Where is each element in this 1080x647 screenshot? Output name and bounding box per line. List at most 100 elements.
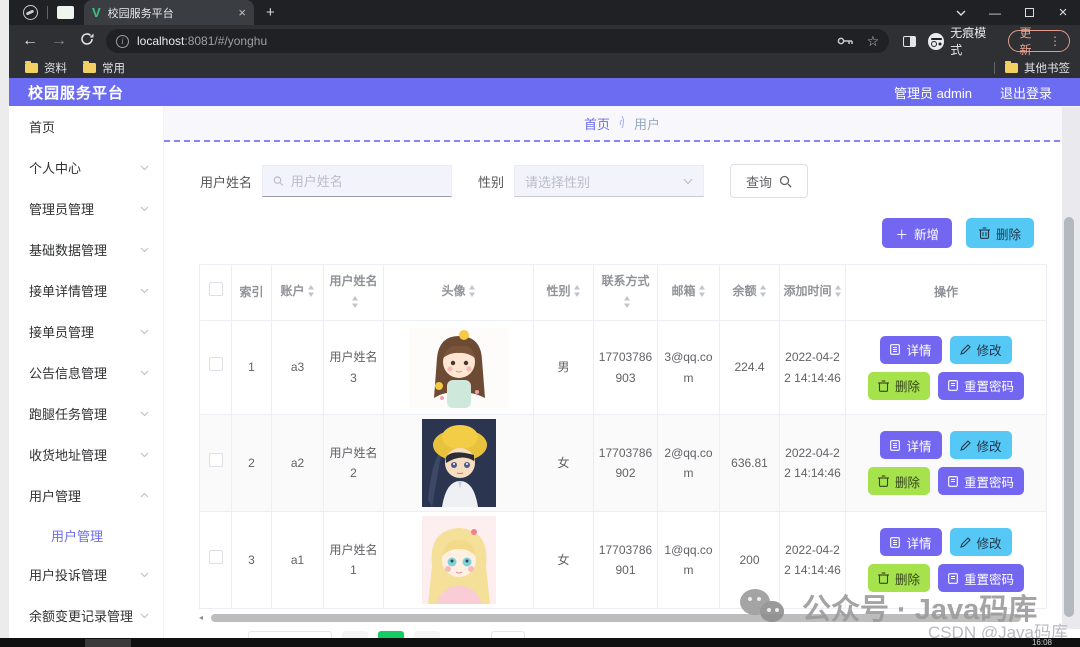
col-created[interactable]: 添加时间 bbox=[779, 264, 846, 321]
col-email[interactable]: 邮箱 bbox=[657, 264, 720, 321]
bookmark-star-icon[interactable]: ☆ bbox=[867, 33, 880, 50]
sort-icon[interactable] bbox=[351, 294, 359, 314]
gender-filter-select[interactable]: 请选择性别 bbox=[514, 165, 705, 197]
update-button[interactable]: 更新 ⋮ bbox=[1008, 26, 1070, 57]
tab-close-icon[interactable]: × bbox=[238, 5, 246, 20]
app-title: 校园服务平台 bbox=[28, 84, 125, 102]
sort-icon[interactable] bbox=[834, 283, 842, 303]
taskbar-app-icon[interactable] bbox=[85, 639, 131, 647]
sidebar-item-admin-mgmt[interactable]: 管理员管理 bbox=[9, 188, 163, 229]
select-all-checkbox[interactable] bbox=[208, 282, 223, 297]
name-filter-input[interactable] bbox=[290, 173, 442, 189]
breadcrumb-home-link[interactable]: 首页 bbox=[584, 114, 610, 133]
new-tab-button[interactable]: + bbox=[266, 4, 275, 21]
info-icon[interactable]: i bbox=[116, 34, 129, 48]
pinned-tab-icon[interactable] bbox=[57, 6, 74, 19]
delete-button[interactable]: 删除 bbox=[867, 467, 930, 495]
delete-button[interactable]: 删除 bbox=[867, 564, 930, 592]
other-bookmarks[interactable]: 其他书签 bbox=[1005, 60, 1070, 76]
scroll-left-arrow-icon[interactable]: ◂ bbox=[199, 613, 203, 623]
browser-tab[interactable]: V 校园服务平台 × bbox=[84, 0, 254, 25]
folder-icon bbox=[1005, 60, 1018, 73]
bookmark-folder-1[interactable]: 资料 bbox=[25, 60, 67, 76]
name-filter-field[interactable] bbox=[262, 165, 453, 197]
folder-icon bbox=[83, 60, 96, 73]
detail-button[interactable]: 详情 bbox=[880, 528, 942, 556]
col-phone[interactable]: 联系方式 bbox=[593, 264, 658, 321]
sidebar-item-courier-mgmt[interactable]: 接单员管理 bbox=[9, 311, 163, 352]
sidebar-item-errand-task-mgmt[interactable]: 跑腿任务管理 bbox=[9, 393, 163, 434]
cell-created: 2022-04-22 14:14:46 bbox=[779, 414, 846, 512]
password-key-icon[interactable] bbox=[837, 36, 853, 46]
sort-icon[interactable] bbox=[307, 283, 315, 303]
detail-button[interactable]: 详情 bbox=[880, 431, 942, 459]
reset-password-button[interactable]: 重置密码 bbox=[938, 371, 1025, 400]
user-avatar bbox=[421, 516, 496, 604]
sidebar-item-complaint-mgmt[interactable]: 用户投诉管理 bbox=[9, 554, 163, 595]
sidebar-item-user-mgmt[interactable]: 用户管理 bbox=[9, 475, 163, 516]
side-panel-icon[interactable] bbox=[903, 35, 916, 47]
sidebar-subitem-user-mgmt-active[interactable]: 用户管理 bbox=[9, 516, 163, 554]
chevron-down-icon bbox=[140, 286, 149, 295]
maximize-button[interactable] bbox=[1012, 0, 1046, 25]
chevron-down-icon bbox=[683, 178, 693, 184]
edit-button[interactable]: 修改 bbox=[949, 431, 1012, 459]
bookmark-folder-2[interactable]: 常用 bbox=[83, 60, 125, 76]
sort-icon[interactable] bbox=[759, 283, 767, 303]
menu-dots-icon[interactable]: ⋮ bbox=[1049, 34, 1061, 48]
browser-logo-icon[interactable] bbox=[23, 5, 38, 20]
app-header: 校园服务平台 管理员 admin 退出登录 bbox=[9, 78, 1080, 106]
edit-button[interactable]: 修改 bbox=[949, 528, 1012, 556]
sidebar: 首页 个人中心 管理员管理 基础数据管理 接单详情管理 接单员管理 公告信息管理… bbox=[9, 106, 164, 638]
tab-search-chevron-icon[interactable] bbox=[944, 0, 978, 25]
col-gender[interactable]: 性别 bbox=[533, 264, 594, 321]
sidebar-item-address-mgmt[interactable]: 收货地址管理 bbox=[9, 434, 163, 475]
sort-icon[interactable] bbox=[573, 283, 581, 303]
sidebar-item-balance-log-mgmt[interactable]: 余额变更记录管理 bbox=[9, 595, 163, 636]
sort-icon[interactable] bbox=[623, 294, 631, 314]
reload-icon[interactable] bbox=[80, 32, 94, 51]
edit-button[interactable]: 修改 bbox=[949, 335, 1012, 364]
col-balance[interactable]: 余额 bbox=[719, 264, 780, 321]
cell-name: 用户姓名1 bbox=[323, 511, 384, 609]
col-name[interactable]: 用户姓名 bbox=[323, 264, 384, 321]
taskbar-clock: 16:08 bbox=[1031, 638, 1052, 647]
detail-button[interactable]: 详情 bbox=[880, 335, 942, 364]
vertical-scrollbar[interactable] bbox=[1062, 107, 1080, 629]
row-checkbox[interactable] bbox=[208, 549, 223, 564]
cell-phone: 17703786901 bbox=[593, 511, 658, 609]
incognito-label: 无痕模式 bbox=[950, 26, 987, 57]
sort-icon[interactable] bbox=[698, 283, 706, 303]
minimize-button[interactable]: — bbox=[978, 0, 1012, 25]
logout-link[interactable]: 退出登录 bbox=[1000, 83, 1052, 102]
reset-password-button[interactable]: 重置密码 bbox=[938, 467, 1025, 495]
close-window-button[interactable]: × bbox=[1046, 0, 1080, 25]
sidebar-item-base-data-mgmt[interactable]: 基础数据管理 bbox=[9, 229, 163, 270]
url-text[interactable]: localhost:8081/#/yonghu bbox=[137, 34, 837, 48]
forward-icon[interactable]: → bbox=[51, 32, 67, 50]
cell-created: 2022-04-22 14:14:46 bbox=[779, 320, 846, 415]
sidebar-item-order-detail-mgmt[interactable]: 接单详情管理 bbox=[9, 270, 163, 311]
sidebar-item-home[interactable]: 首页 bbox=[9, 106, 163, 147]
reset-password-button[interactable]: 重置密码 bbox=[938, 564, 1025, 592]
row-checkbox[interactable] bbox=[208, 357, 223, 372]
sidebar-item-notice-mgmt[interactable]: 公告信息管理 bbox=[9, 352, 163, 393]
col-avatar[interactable]: 头像 bbox=[383, 264, 534, 321]
trash-icon bbox=[877, 572, 889, 584]
url-bar[interactable]: i localhost:8081/#/yonghu ☆ bbox=[106, 29, 890, 53]
add-button[interactable]: ＋新增 bbox=[882, 218, 952, 248]
scrollbar-thumb[interactable] bbox=[1064, 217, 1074, 617]
col-index[interactable]: 索引 bbox=[231, 264, 272, 321]
sidebar-item-personal-center[interactable]: 个人中心 bbox=[9, 147, 163, 188]
col-account[interactable]: 账户 bbox=[271, 264, 324, 321]
batch-delete-button[interactable]: 删除 bbox=[965, 218, 1034, 248]
delete-button[interactable]: 删除 bbox=[867, 371, 930, 400]
sort-icon[interactable] bbox=[468, 283, 476, 303]
document-icon bbox=[948, 572, 958, 584]
trash-icon bbox=[978, 227, 990, 239]
horizontal-scrollbar[interactable]: ◂ bbox=[199, 613, 1035, 623]
row-checkbox[interactable] bbox=[208, 452, 223, 467]
search-button[interactable]: 查询 bbox=[730, 164, 809, 198]
back-icon[interactable]: ← bbox=[22, 32, 38, 50]
scrollbar-thumb[interactable] bbox=[211, 614, 1021, 622]
